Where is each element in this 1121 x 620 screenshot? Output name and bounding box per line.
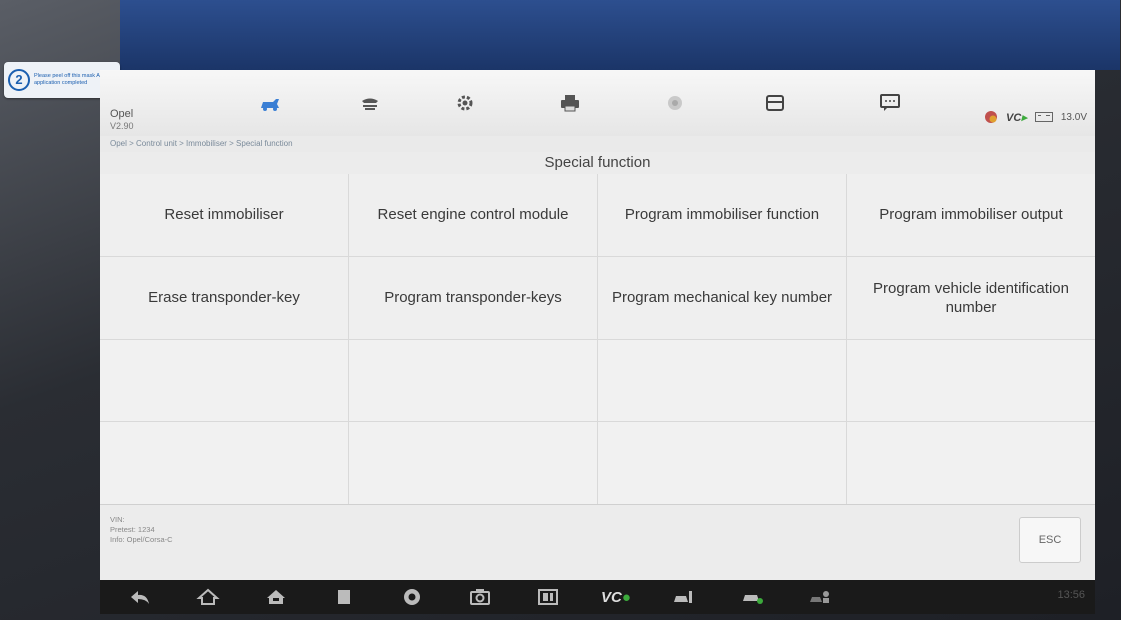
sticker-number: 2: [8, 69, 30, 91]
top-toolbar: Opel V2.90 VC▸ 13.0V: [100, 70, 1095, 137]
screenshot-icon[interactable]: [520, 582, 576, 612]
function-program-immobiliser-function[interactable]: Program immobiliser function: [598, 174, 846, 256]
empty-cell: [100, 422, 348, 504]
pretest-label: Pretest: 1234: [110, 525, 155, 534]
vci-status: VC▸: [1006, 111, 1027, 124]
device-frame-top: [120, 0, 1120, 70]
back-icon[interactable]: [112, 582, 168, 612]
empty-cell: [100, 339, 348, 422]
function-erase-transponder-key[interactable]: Erase transponder-key: [100, 256, 348, 339]
status-area: VC▸ 13.0V: [984, 110, 1087, 124]
app-version: V2.90: [110, 121, 134, 131]
empty-cell: [349, 422, 597, 504]
camera-icon[interactable]: [452, 582, 508, 612]
function-grid: Reset immobiliser Reset engine control m…: [100, 174, 1095, 504]
vehicle-info: VIN: Pretest: 1234 Info: Opel/Corsa-C: [110, 515, 173, 545]
printer-icon[interactable]: [550, 88, 590, 118]
empty-cell: [598, 422, 846, 504]
android-nav-bar: VC● 13:56: [100, 580, 1095, 614]
vehicle-lift-icon[interactable]: [350, 88, 390, 118]
empty-cell: [847, 422, 1095, 504]
save-icon[interactable]: [755, 88, 795, 118]
recent-apps-icon[interactable]: [316, 582, 372, 612]
function-program-mechanical-key-number[interactable]: Program mechanical key number: [598, 256, 846, 339]
help-icon[interactable]: [655, 88, 695, 118]
function-program-transponder-keys[interactable]: Program transponder-keys: [349, 256, 597, 339]
car-icon[interactable]: [724, 582, 780, 612]
app-screen: Opel V2.90 VC▸ 13.0V Opel > Control unit…: [100, 70, 1095, 580]
voltage-readout: 13.0V: [1060, 111, 1087, 123]
vin-label: VIN:: [110, 515, 125, 524]
gear-icon[interactable]: [445, 88, 485, 118]
house-icon[interactable]: [248, 582, 304, 612]
page-title: Special function: [100, 152, 1095, 175]
browser-icon[interactable]: [384, 582, 440, 612]
battery-icon: [1034, 112, 1053, 122]
empty-cell: [847, 339, 1095, 422]
vehicle-icon[interactable]: [250, 88, 290, 118]
info-label: Info: Opel/Corsa-C: [110, 535, 173, 544]
function-reset-engine-control-module[interactable]: Reset engine control module: [349, 174, 597, 256]
vci-icon[interactable]: VC●: [588, 582, 644, 612]
system-clock: 13:56: [1057, 589, 1085, 601]
function-reset-immobiliser[interactable]: Reset immobiliser: [100, 174, 348, 256]
function-program-immobiliser-output[interactable]: Program immobiliser output: [847, 174, 1095, 256]
service-icon[interactable]: [792, 582, 848, 612]
breadcrumb: Opel > Control unit > Immobiliser > Spec…: [100, 136, 1095, 152]
empty-cell: [598, 339, 846, 422]
esc-button[interactable]: ESC: [1019, 517, 1081, 563]
vehicle-plus-icon[interactable]: [656, 582, 712, 612]
footer-bar: VIN: Pretest: 1234 Info: Opel/Corsa-C ES…: [100, 504, 1095, 580]
network-icon: [985, 111, 998, 123]
home-icon[interactable]: [180, 582, 236, 612]
message-icon[interactable]: [870, 88, 910, 118]
function-program-vin[interactable]: Program vehicle identification number: [847, 256, 1095, 339]
empty-cell: [349, 339, 597, 422]
brand-name: Opel: [110, 108, 134, 120]
brand-block: Opel V2.90: [110, 108, 134, 131]
